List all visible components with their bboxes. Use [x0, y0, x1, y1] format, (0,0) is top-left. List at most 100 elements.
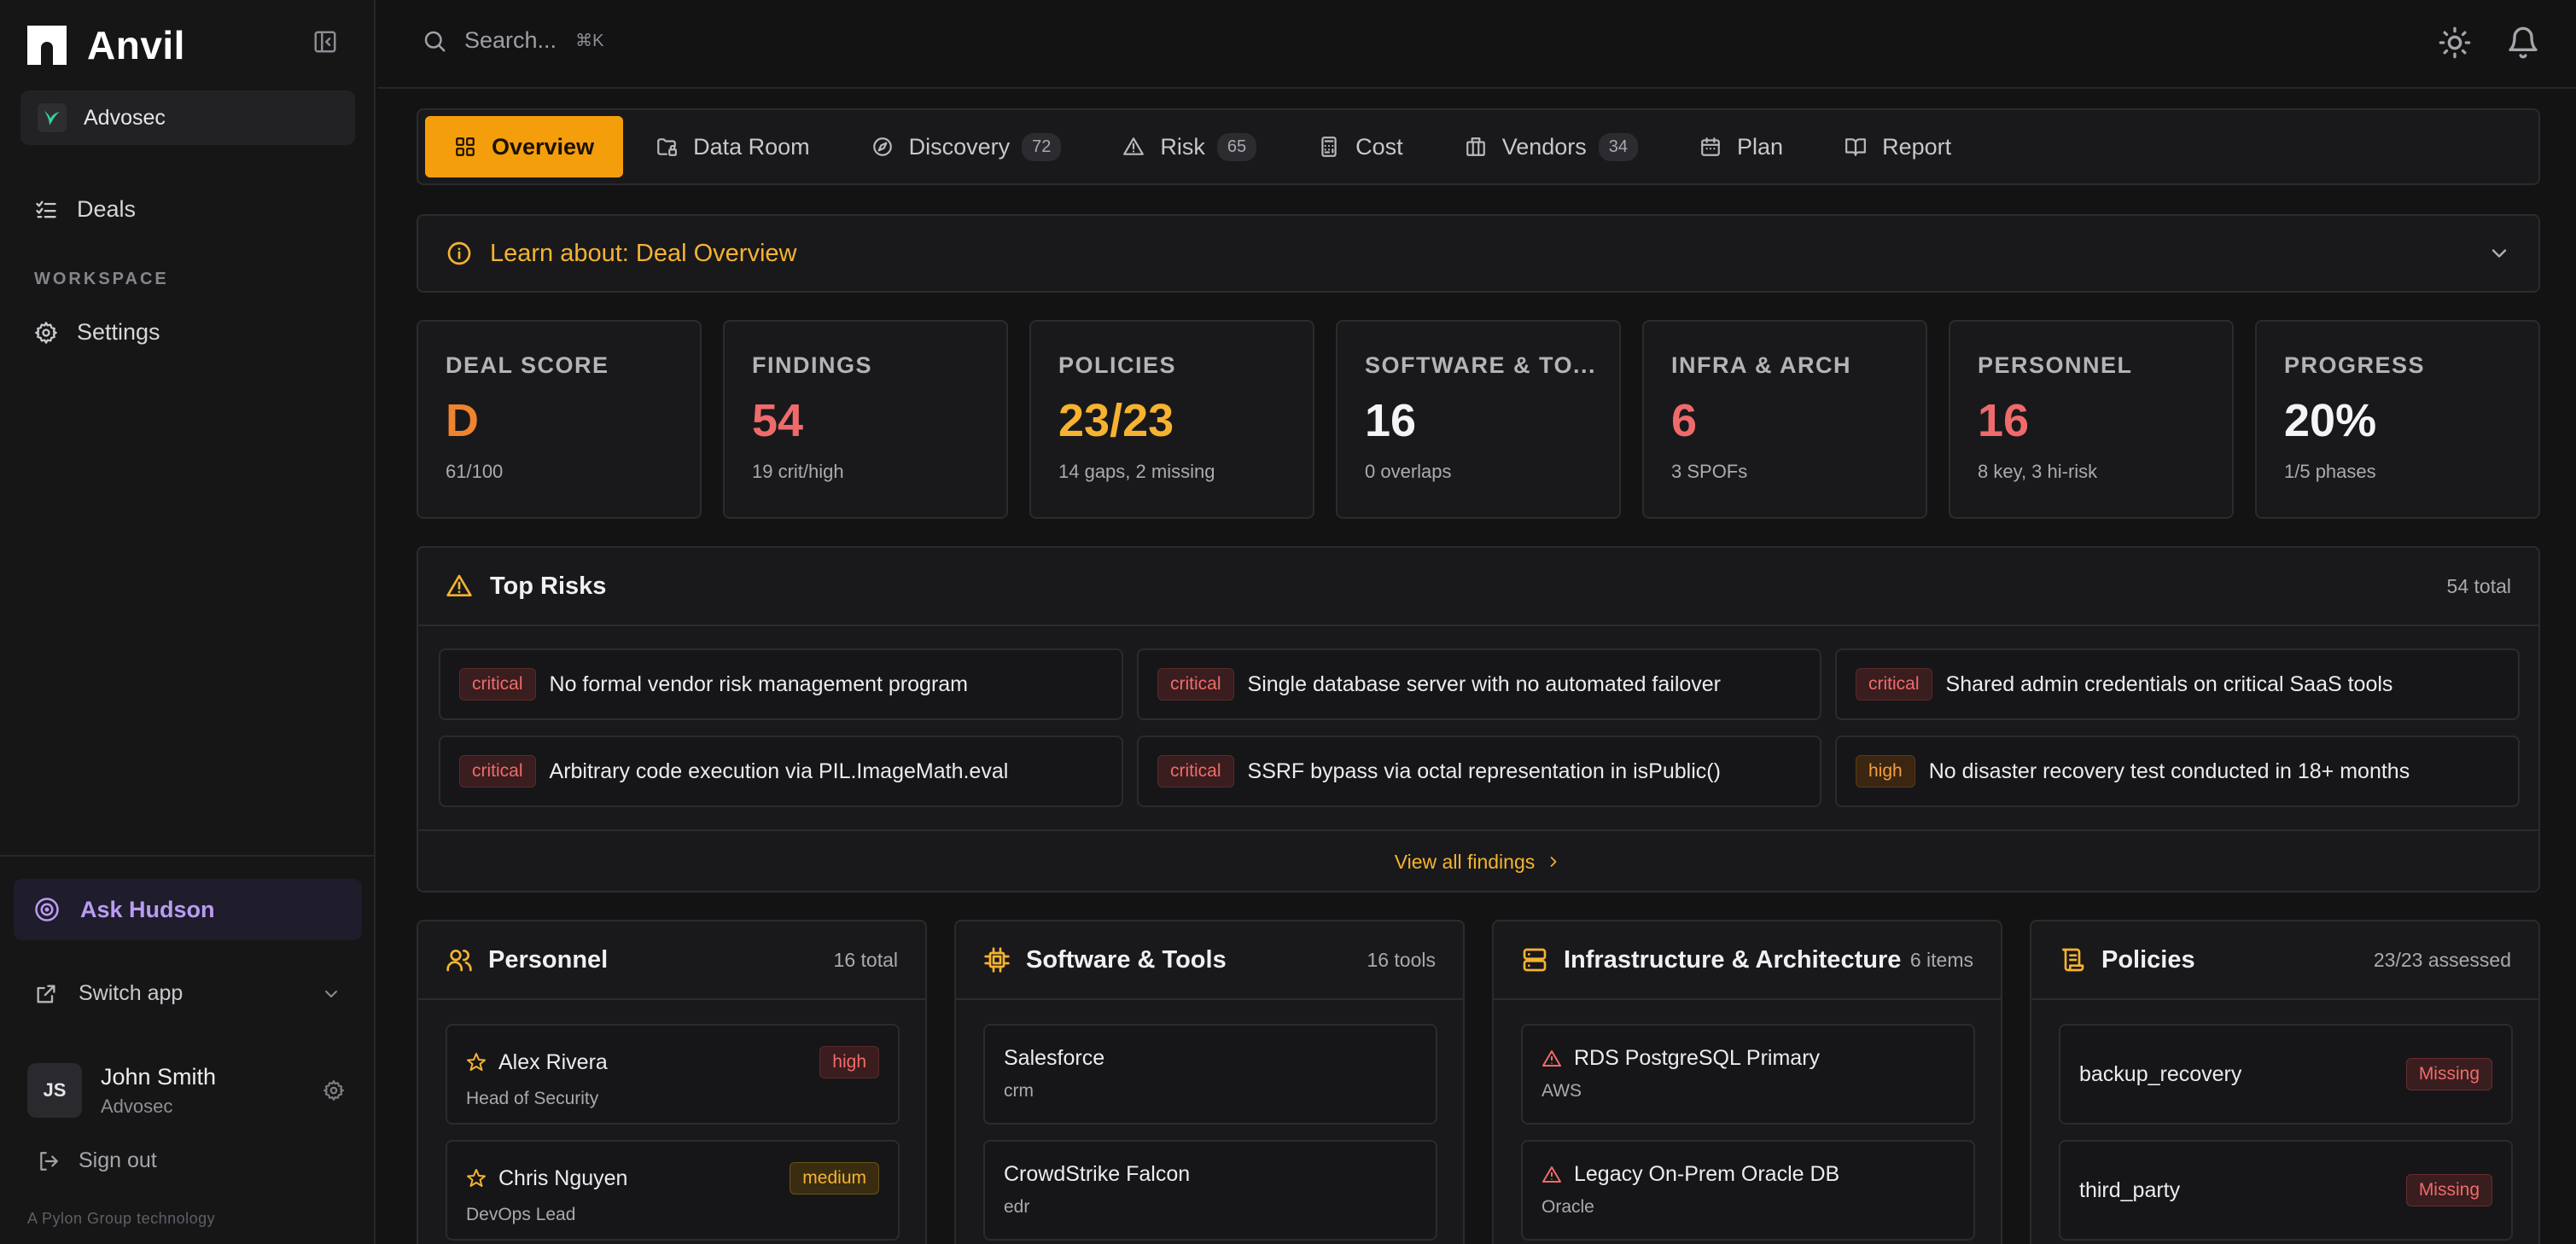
stat-card-progress[interactable]: PROGRESS 20% 1/5 phases: [2255, 320, 2540, 519]
user-settings-button[interactable]: [323, 1079, 345, 1102]
infra-name: Legacy On-Prem Oracle DB: [1574, 1162, 1840, 1186]
severity-badge: critical: [1157, 668, 1234, 700]
hudson-ai-icon: [35, 898, 59, 921]
stat-card-personnel[interactable]: PERSONNEL 16 8 key, 3 hi-risk: [1949, 320, 2234, 519]
infrastructure-panel: Infrastructure & Architecture 6 items RD…: [1492, 920, 2002, 1244]
sidebar: Anvil Advosec Deals WORKSPACE Settings A…: [0, 0, 376, 1244]
tab-report[interactable]: Report: [1815, 116, 1980, 177]
sign-out-button[interactable]: Sign out: [38, 1148, 157, 1173]
severity-badge: critical: [459, 668, 536, 700]
tab-risk[interactable]: Risk 65: [1093, 116, 1285, 177]
software-name: CrowdStrike Falcon: [1004, 1162, 1191, 1186]
software-item[interactable]: Salesforce crm: [983, 1024, 1437, 1125]
stat-subtitle: 14 gaps, 2 missing: [1058, 461, 1215, 482]
infra-item[interactable]: Legacy On-Prem Oracle DB Oracle: [1521, 1140, 1975, 1241]
risk-item[interactable]: critical Arbitrary code execution via PI…: [439, 735, 1123, 807]
stat-card-policies[interactable]: POLICIES 23/23 14 gaps, 2 missing: [1029, 320, 1314, 519]
policy-item[interactable]: third_party Missing: [2059, 1140, 2513, 1241]
hummingbird-icon: [44, 111, 60, 125]
panel-meta: 16 total: [833, 948, 898, 971]
tab-label: Overview: [492, 133, 595, 160]
sidebar-collapse-icon: [314, 31, 336, 53]
tab-count-badge: 65: [1216, 132, 1257, 161]
infra-item[interactable]: RDS PostgreSQL Primary AWS: [1521, 1024, 1975, 1125]
personnel-panel: Personnel 16 total Alex Rivera high Head…: [417, 920, 927, 1244]
app-name: Anvil: [87, 23, 185, 67]
users-icon: [446, 950, 472, 972]
building-icon: [1466, 137, 1485, 156]
stat-subtitle: 1/5 phases: [2284, 461, 2376, 482]
star-icon: [467, 1169, 486, 1187]
sidebar-item-deals[interactable]: Deals: [34, 196, 136, 223]
policy-status-badge: Missing: [2405, 1058, 2492, 1090]
tab-discovery[interactable]: Discovery 72: [842, 116, 1091, 177]
calculator-icon: [1321, 137, 1337, 157]
external-link-icon: [37, 985, 55, 1003]
stat-title: SOFTWARE & TO...: [1365, 352, 1597, 378]
switch-app-button[interactable]: Switch app: [34, 981, 341, 1006]
sidebar-item-settings[interactable]: Settings: [34, 319, 160, 346]
view-all-findings-link[interactable]: View all findings: [418, 829, 2538, 892]
risk-title: SSRF bypass via octal representation in …: [1247, 759, 1721, 783]
software-item[interactable]: CrowdStrike Falcon edr: [983, 1140, 1437, 1241]
warning-icon: [1123, 137, 1145, 155]
top-risks-title: Top Risks: [490, 572, 607, 600]
search-input[interactable]: Search... ⌘K: [422, 27, 603, 54]
risk-item[interactable]: critical No formal vendor risk managemen…: [439, 648, 1123, 720]
person-name: Alex Rivera: [498, 1049, 608, 1074]
risk-title: No formal vendor risk management program: [549, 671, 968, 696]
footer-credit: A Pylon Group technology: [27, 1210, 216, 1227]
personnel-item[interactable]: Chris Nguyen medium DevOps Lead: [446, 1140, 900, 1241]
policy-item[interactable]: backup_recovery Missing: [2059, 1024, 2513, 1125]
panel-header: Personnel 16 total: [418, 921, 925, 1000]
gear-icon: [323, 1080, 344, 1101]
stat-subtitle: 61/100: [446, 461, 504, 482]
stat-subtitle: 3 SPOFs: [1671, 461, 1748, 482]
learn-banner[interactable]: Learn about: Deal Overview: [417, 214, 2540, 293]
scroll-icon: [2062, 948, 2084, 972]
theme-toggle-button[interactable]: [2438, 26, 2472, 60]
tab-data-room[interactable]: Data Room: [627, 116, 839, 177]
org-switcher[interactable]: Advosec: [20, 90, 355, 145]
software-category: edr: [1004, 1197, 1030, 1217]
tab-vendors[interactable]: Vendors 34: [1436, 116, 1667, 177]
risk-title: No disaster recovery test conducted in 1…: [1928, 759, 2410, 783]
tab-plan[interactable]: Plan: [1670, 116, 1812, 177]
tab-cost[interactable]: Cost: [1289, 116, 1432, 177]
collapse-sidebar-button[interactable]: [312, 29, 338, 55]
stat-title: POLICIES: [1058, 352, 1177, 378]
user-meta: John Smith Advosec: [101, 1064, 216, 1118]
learn-banner-label: Learn about: Deal Overview: [490, 239, 797, 267]
panel-header: Software & Tools 16 tools: [956, 921, 1463, 1000]
panel-title: Policies: [2101, 945, 2195, 974]
stat-value: 6: [1671, 395, 1698, 446]
risk-item[interactable]: critical Single database server with no …: [1137, 648, 1821, 720]
person-role: DevOps Lead: [466, 1205, 576, 1224]
avatar: JS: [27, 1063, 82, 1118]
personnel-item[interactable]: Alex Rivera high Head of Security: [446, 1024, 900, 1125]
book-open-icon: [1845, 138, 1866, 156]
notifications-button[interactable]: [2506, 26, 2540, 60]
sidebar-item-label: Settings: [77, 319, 160, 345]
tab-label: Risk: [1160, 133, 1205, 160]
stat-card-findings[interactable]: FINDINGS 54 19 crit/high: [723, 320, 1008, 519]
panel-meta: 23/23 assessed: [2373, 948, 2511, 971]
stat-card-infra[interactable]: INFRA & ARCH 6 3 SPOFs: [1642, 320, 1927, 519]
ask-hudson-button[interactable]: Ask Hudson: [14, 879, 362, 940]
bell-icon: [2509, 26, 2538, 59]
stat-value: 23/23: [1058, 395, 1174, 446]
user-profile[interactable]: JS John Smith Advosec: [27, 1063, 345, 1118]
switch-app-label: Switch app: [79, 981, 184, 1005]
workspace-section-label: WORKSPACE: [34, 270, 169, 288]
policy-name: third_party: [2079, 1177, 2181, 1202]
list-check-icon: [36, 201, 56, 218]
tab-overview[interactable]: Overview: [425, 116, 624, 177]
chevron-down-icon: [2491, 249, 2507, 258]
stat-card-software[interactable]: SOFTWARE & TO... 16 0 overlaps: [1336, 320, 1621, 519]
risk-item[interactable]: critical Shared admin credentials on cri…: [1835, 648, 2520, 720]
stat-card-deal-score[interactable]: DEAL SCORE D 61/100: [417, 320, 702, 519]
risk-item[interactable]: critical SSRF bypass via octal represent…: [1137, 735, 1821, 807]
risk-item[interactable]: high No disaster recovery test conducted…: [1835, 735, 2520, 807]
person-role: Head of Security: [466, 1089, 599, 1108]
app-logo[interactable]: Anvil: [27, 22, 185, 68]
